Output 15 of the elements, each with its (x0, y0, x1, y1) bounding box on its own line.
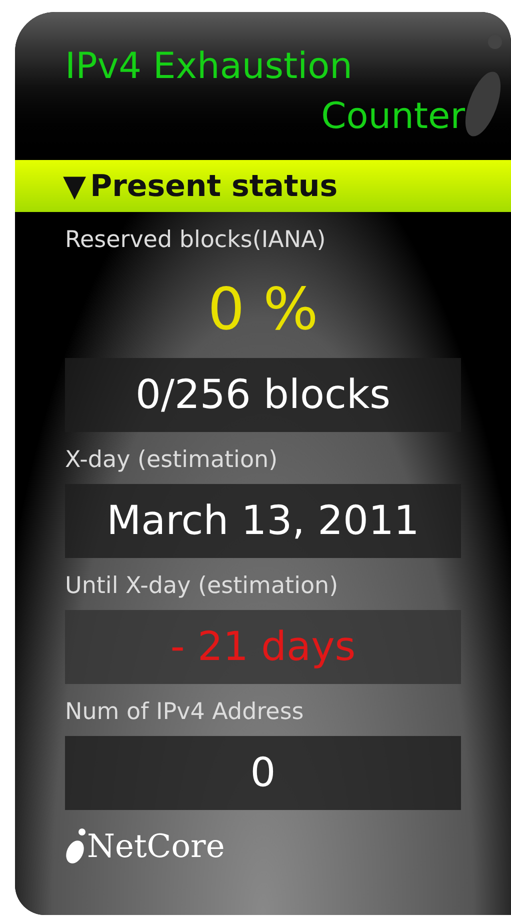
value-display: - 21 days (65, 610, 461, 684)
field-label: X-day (estimation) (64, 446, 279, 475)
widget-title: IPv4 Exhaustion Counter (65, 45, 465, 139)
percent-value: 0 % (208, 274, 318, 345)
section-title: Present status (90, 168, 338, 206)
value-display: 0/256 blocks (65, 358, 461, 432)
field-label: Num of IPv4 Address (64, 698, 305, 727)
logo-icon (65, 827, 87, 865)
brand-name: NetCore (87, 826, 225, 867)
field-label: Until X-day (estimation) (64, 572, 340, 601)
collapse-toggle[interactable]: ▼ (63, 164, 86, 208)
value-display: 0 (65, 736, 461, 810)
field-label: Reserved blocks(IANA) (64, 226, 327, 255)
section-header[interactable]: ▼Present status (15, 160, 511, 212)
value-display: March 13, 2011 (65, 484, 461, 558)
